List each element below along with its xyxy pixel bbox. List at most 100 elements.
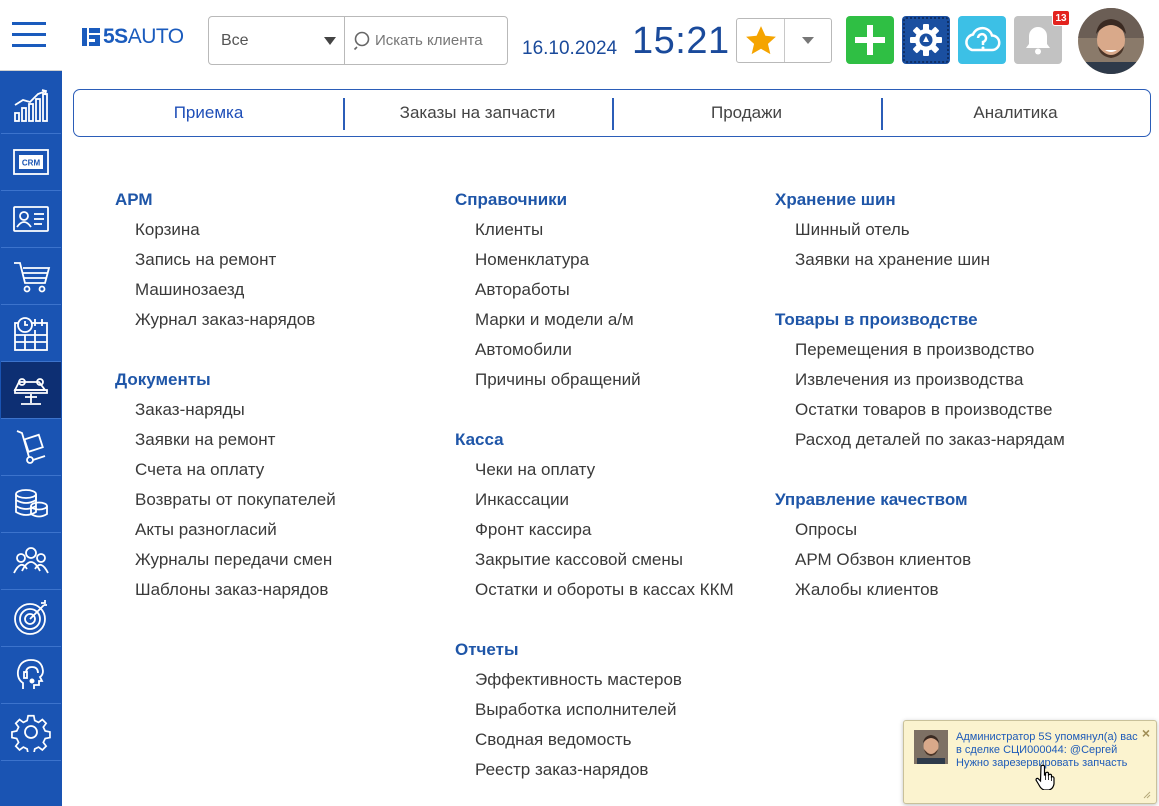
add-button[interactable] [846,16,894,64]
menu-link[interactable]: Акты разногласий [115,519,435,549]
sidebar-item-service[interactable] [1,362,61,419]
search-icon [353,31,370,50]
menu-link[interactable]: Опросы [775,519,1115,549]
user-photo-icon [1078,8,1144,74]
menu-link[interactable]: Журналы передачи смен [115,549,435,579]
menu-column-2: Справочники Клиенты Номенклатура Автораб… [455,189,765,806]
section-title: Управление качеством [775,490,968,509]
sidebar-item-parts[interactable] [1,419,61,476]
team-icon [13,547,49,574]
tab-reception[interactable]: Приемка [74,90,343,136]
coins-stack-icon [15,489,48,518]
section-title: Товары в производстве [775,310,978,329]
car-lift-icon [13,378,48,405]
menu-link[interactable]: Шинный отель [775,219,1115,249]
menu-link[interactable]: Извлечения из производства [775,369,1115,399]
sidebar-item-analytics[interactable] [1,77,61,134]
menu-link[interactable]: Запись на ремонт [115,249,435,279]
notification-count-badge: 13 [1052,10,1070,26]
menu-section-arm: АРМ Корзина Запись на ремонт Машинозаезд… [115,189,435,339]
menu-link[interactable]: Автомобили [455,339,765,369]
sidebar-item-goals[interactable] [1,590,61,647]
notifications-button[interactable]: 13 [1014,10,1070,64]
plus-icon [855,25,885,55]
analytics-chart-icon [14,89,48,122]
calendar-clock-icon [14,317,48,351]
menu-column-1: АРМ Корзина Запись на ремонт Машинозаезд… [115,189,435,639]
shopping-cart-icon [14,262,51,293]
menu-link[interactable]: АРМ Обзвон клиентов [775,549,1115,579]
favorites-control [736,18,832,63]
menu-link[interactable]: Жалобы клиентов [775,579,1115,609]
sidebar-item-schedule[interactable] [1,305,61,362]
menu-section-quality: Управление качеством Опросы АРМ Обзвон к… [775,489,1115,609]
resize-grip-icon[interactable] [1143,791,1151,799]
crm-icon: CRM [13,149,49,175]
tab-sales[interactable]: Продажи [612,90,881,136]
sidebar-item-crm[interactable]: CRM [1,134,61,191]
menu-link[interactable]: Фронт кассира [455,519,765,549]
menu-link[interactable]: Журнал заказ-нарядов [115,309,435,339]
menu-section-documents: Документы Заказ-наряды Заявки на ремонт … [115,369,435,609]
sidebar-item-shop[interactable] [1,248,61,305]
menu-link[interactable]: Инкассации [455,489,765,519]
menu-link[interactable]: Остатки и обороты в кассах ККМ [455,579,765,609]
current-time: 15:21 [632,20,730,62]
search-input[interactable] [375,32,505,49]
menu-link[interactable]: Возвраты от покупателей [115,489,435,519]
sidebar-item-team[interactable] [1,533,61,590]
menu-link[interactable]: Заказ-наряды [115,399,435,429]
settings-button[interactable] [902,16,950,64]
close-icon[interactable]: × [1142,725,1150,741]
sidebar-item-settings[interactable] [1,704,61,761]
menu-link[interactable]: Счета на оплату [115,459,435,489]
menu-link[interactable]: Заявки на хранение шин [775,249,1115,279]
menu-link[interactable]: Клиенты [455,219,765,249]
tab-analytics[interactable]: Аналитика [881,90,1150,136]
menu-link[interactable]: Остатки товаров в производстве [775,399,1115,429]
menu-link[interactable]: Шаблоны заказ-нарядов [115,579,435,609]
favorites-button[interactable] [737,19,785,62]
menu-link[interactable]: Машинозаезд [115,279,435,309]
tab-parts-orders[interactable]: Заказы на запчасти [343,90,612,136]
menu-link[interactable]: Эффективность мастеров [455,669,765,699]
bell-icon [1026,27,1050,55]
gear-icon [910,24,942,56]
notification-popup[interactable]: Администратор 5S упомянул(а) вас в сделк… [903,720,1157,804]
chevron-down-icon [802,37,814,44]
menu-link[interactable]: Расход деталей по заказ-нарядам [775,429,1115,459]
menu-link[interactable]: Марки и модели а/м [455,309,765,339]
menu-link[interactable]: Заявки на ремонт [115,429,435,459]
favorites-dropdown[interactable] [785,19,831,62]
menu-link[interactable]: Автоработы [455,279,765,309]
current-date: 16.10.2024 [522,38,618,59]
menu-icon[interactable] [12,22,46,48]
sidebar: CRM [0,70,62,806]
menu-link[interactable]: Реестр заказ-нарядов [455,759,765,789]
help-button[interactable] [958,16,1006,64]
menu-link[interactable]: Перемещения в производство [775,339,1115,369]
menu-column-3: Хранение шин Шинный отель Заявки на хран… [775,189,1115,639]
section-tabs: Приемка Заказы на запчасти Продажи Анали… [73,89,1151,137]
menu-link[interactable]: Закрытие кассовой смены [455,549,765,579]
menu-link[interactable]: Корзина [115,219,435,249]
menu-link[interactable]: Выработка исполнителей [455,699,765,729]
menu-link[interactable]: Номенклатура [455,249,765,279]
sidebar-item-support[interactable] [1,647,61,704]
sidebar-item-finance[interactable] [1,476,61,533]
headset-icon [16,659,44,689]
hand-cursor-icon [1035,764,1055,790]
section-title: Документы [115,370,211,389]
menu-link[interactable]: Чеки на оплату [455,459,765,489]
menu-link[interactable]: Сводная ведомость [455,729,765,759]
section-title: АРМ [115,190,153,209]
sender-avatar [914,730,948,764]
top-bar: 5SAUTO Все 16.10.2024 15:21 [0,0,1159,80]
menu-link[interactable]: Причины обращений [455,369,765,399]
search-scope-select[interactable]: Все [209,17,345,64]
star-icon [745,25,776,54]
sidebar-item-contacts[interactable] [1,191,61,248]
user-avatar[interactable] [1078,8,1144,74]
app-logo[interactable]: 5SAUTO [82,25,184,48]
svg-text:CRM: CRM [22,159,41,168]
